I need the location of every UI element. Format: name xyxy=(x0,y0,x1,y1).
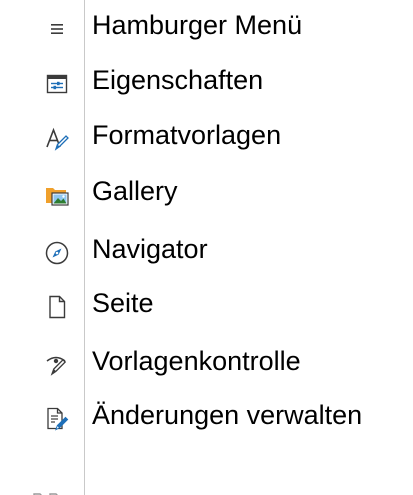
gallery-icon xyxy=(40,178,74,212)
sidebar-tab-screen: Hamburger Menü Eigenschaften Formatvorla… xyxy=(0,0,413,495)
sidebar-item-label: Formatvorlagen xyxy=(92,120,282,150)
hamburger-menu-icon xyxy=(40,12,74,46)
sidebar-item-hamburger-menu[interactable]: Hamburger Menü xyxy=(0,4,413,58)
cut-off-tab-icons xyxy=(0,486,84,495)
sidebar-item-label: Gallery xyxy=(92,176,178,206)
sidebar-item-gallery[interactable]: Gallery xyxy=(0,170,413,224)
sidebar-item-label: Änderungen verwalten xyxy=(92,400,363,430)
styles-icon xyxy=(40,122,74,156)
sidebar-item-page[interactable]: Seite xyxy=(0,282,413,336)
properties-icon xyxy=(40,67,74,101)
sidebar-item-style-inspector[interactable]: Vorlagenkontrolle xyxy=(0,340,413,394)
sidebar-item-label: Eigenschaften xyxy=(92,65,264,95)
navigator-compass-icon xyxy=(40,236,74,270)
sidebar-item-styles[interactable]: Formatvorlagen xyxy=(0,114,413,168)
page-icon xyxy=(40,290,74,324)
manage-changes-icon xyxy=(40,402,74,436)
sidebar-item-label: Hamburger Menü xyxy=(92,10,303,40)
sidebar-item-label: Vorlagenkontrolle xyxy=(92,346,301,376)
sidebar-item-manage-changes[interactable]: Änderungen verwalten xyxy=(0,394,413,448)
sidebar-item-properties[interactable]: Eigenschaften xyxy=(0,59,413,113)
sidebar-item-label: Navigator xyxy=(92,234,208,264)
style-inspector-icon xyxy=(40,348,74,382)
sidebar-item-navigator[interactable]: Navigator xyxy=(0,228,413,282)
sidebar-item-label: Seite xyxy=(92,288,154,318)
